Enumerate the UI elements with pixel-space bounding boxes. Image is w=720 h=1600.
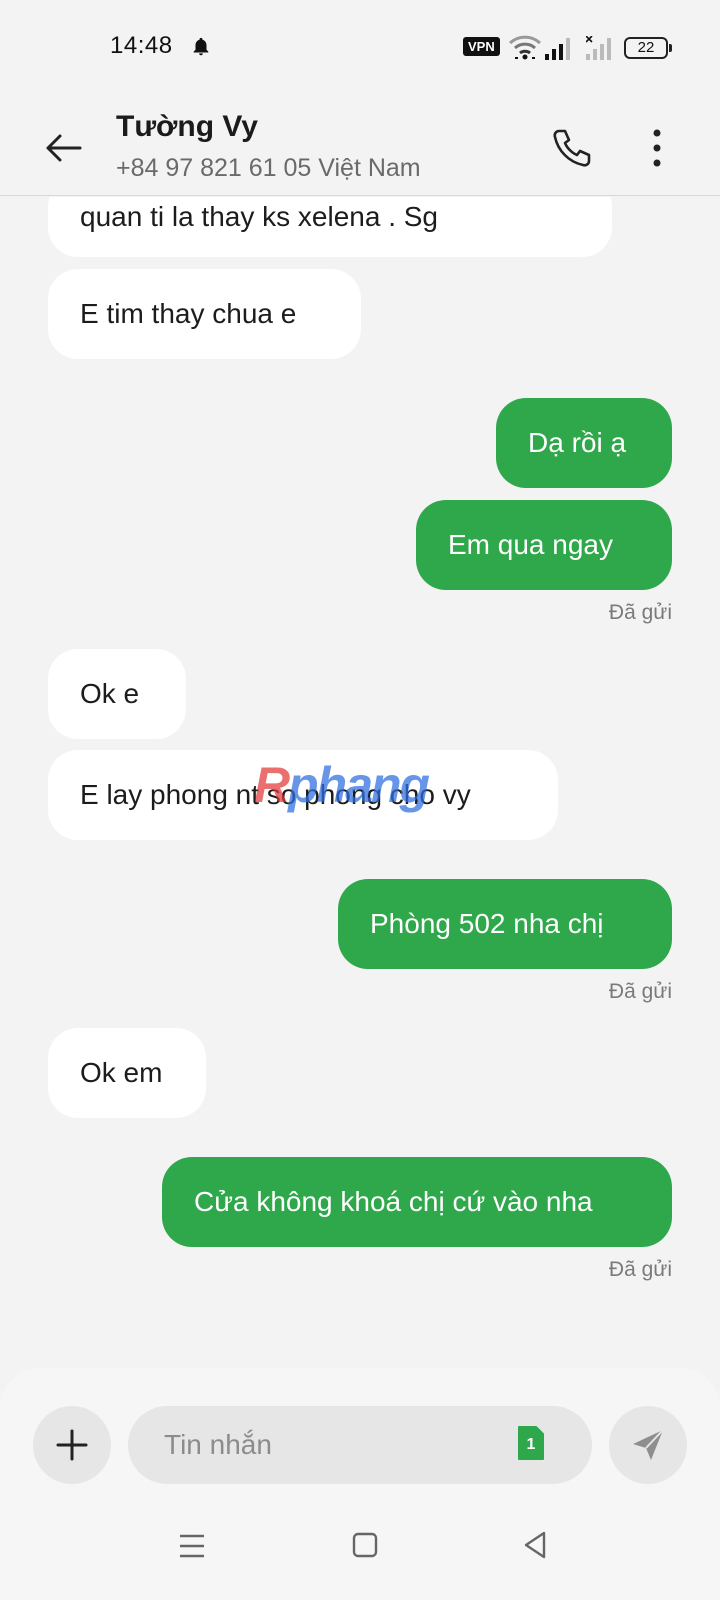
system-nav-bar: [0, 1520, 720, 1600]
recent-apps-button[interactable]: [178, 1532, 206, 1560]
call-button[interactable]: [550, 126, 594, 170]
contact-name: Tường Vy: [116, 110, 258, 143]
outgoing-message[interactable]: Em qua ngay: [416, 500, 672, 590]
incoming-message[interactable]: Ok e: [48, 649, 186, 739]
sim-slot-label: 1: [526, 1436, 536, 1453]
sent-status: Đã gửi: [608, 601, 672, 624]
incoming-message[interactable]: E tim thay chua e: [48, 269, 361, 359]
add-attachment-button[interactable]: [33, 1406, 111, 1484]
conversation-header: Tường Vy +84 97 821 61 05 Việt Nam: [0, 96, 720, 196]
battery-level: 22: [637, 39, 655, 56]
signal-no-service-icon: [586, 36, 611, 60]
plus-icon: [56, 1429, 88, 1461]
send-icon: [633, 1429, 664, 1460]
battery-tip: [669, 44, 672, 52]
send-button[interactable]: [609, 1406, 687, 1484]
outgoing-message[interactable]: Dạ rồi ạ: [496, 398, 672, 488]
outgoing-message[interactable]: Cửa không khoá chị cứ vào nha: [162, 1157, 672, 1247]
battery-icon: 22: [624, 37, 668, 59]
outgoing-message[interactable]: Phòng 502 nha chị: [338, 879, 672, 969]
sent-status: Đã gửi: [608, 980, 672, 1003]
incoming-message[interactable]: Ok em: [48, 1028, 206, 1118]
contact-number: +84 97 821 61 05 Việt Nam: [116, 154, 421, 182]
status-bar: 14:48 VPN 22: [0, 0, 720, 96]
back-button[interactable]: [40, 124, 88, 172]
vpn-badge: VPN: [463, 37, 500, 56]
messaging-screen: 14:48 VPN 22 Tường Vy +84 97 821 61 05 V…: [0, 0, 720, 1600]
more-options-button[interactable]: [642, 126, 672, 170]
nav-back-button[interactable]: [522, 1530, 548, 1560]
watermark-logo: Rphang: [254, 757, 430, 813]
wifi-icon: [508, 35, 542, 60]
home-button[interactable]: [352, 1532, 378, 1558]
signal-icon: [545, 38, 570, 60]
status-time: 14:48: [110, 32, 173, 59]
incoming-message[interactable]: quan ti la thay ks xelena . Sg: [48, 197, 612, 257]
bell-icon: [193, 37, 209, 56]
sent-status: Đã gửi: [608, 1258, 672, 1281]
